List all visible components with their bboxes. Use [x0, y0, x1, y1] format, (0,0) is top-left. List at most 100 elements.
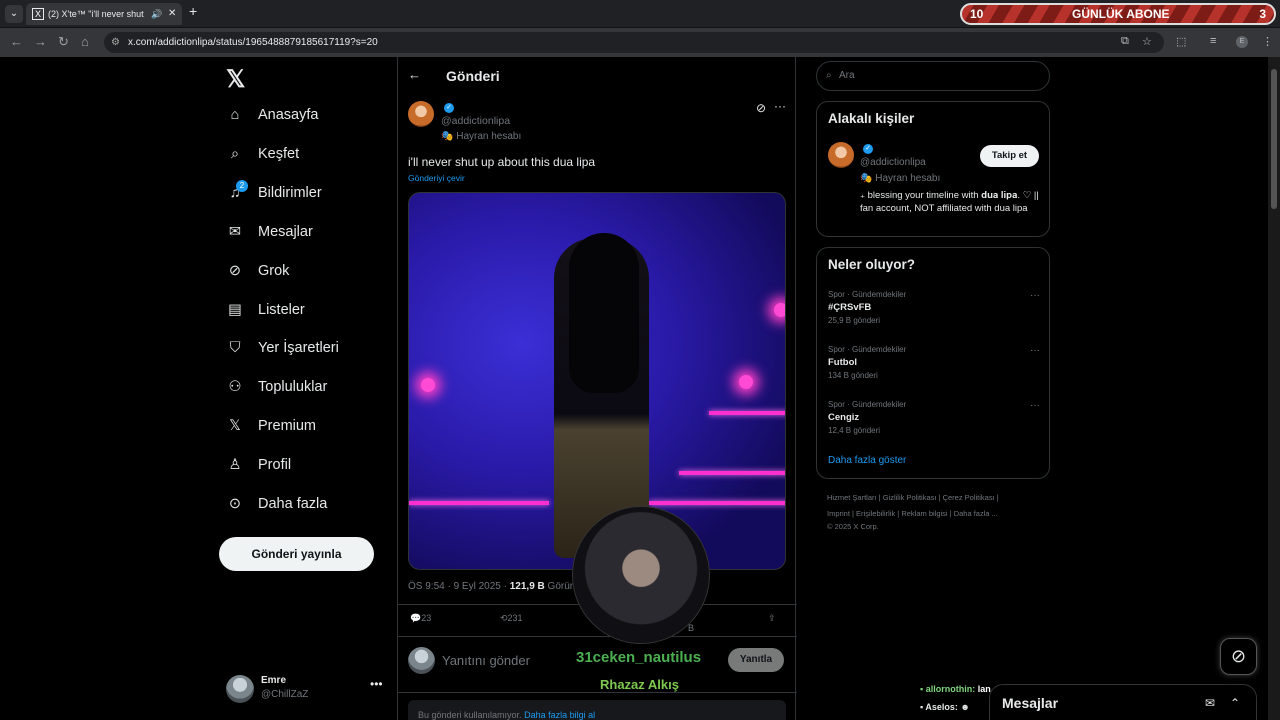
- reply-button[interactable]: Yanıtla: [728, 648, 784, 672]
- bookmark-star-icon[interactable]: ☆: [1142, 35, 1152, 48]
- trend-more-icon[interactable]: ···: [1030, 290, 1040, 301]
- banner-left-count: 10: [970, 7, 984, 21]
- reply-count: 23: [421, 613, 432, 623]
- home-button-icon[interactable]: ⌂: [81, 34, 89, 49]
- sidebar-item-yer-i̇şaretleri[interactable]: ⛉ Yer İşaretleri: [226, 336, 339, 360]
- profile-avatar-icon[interactable]: E: [1236, 36, 1248, 48]
- translate-link[interactable]: Gönderiyi çevir: [408, 173, 465, 183]
- sidebar-item-grok[interactable]: ⊘ Grok: [226, 259, 290, 283]
- url-field[interactable]: ⚙ x.com/addictionlipa/status/19654888791…: [104, 32, 1164, 53]
- trend-category: Spor · Gündemdekiler: [828, 345, 907, 354]
- follow-button[interactable]: Takip et: [980, 145, 1039, 167]
- verified-badge-icon: ✓: [863, 144, 873, 154]
- post-time: ÖS 9:54 · 9 Eyl 2025 ·: [408, 581, 507, 592]
- trend-more-icon[interactable]: ···: [1030, 400, 1040, 411]
- expand-icon[interactable]: ⌃: [1230, 696, 1240, 710]
- account-switcher[interactable]: Emre @ChillZaZ •••: [226, 673, 386, 707]
- messages-drawer[interactable]: Mesajlar ✉ ⌃: [989, 684, 1257, 720]
- trend-count: 12,4 B gönderi: [828, 426, 881, 435]
- show-more-link[interactable]: Daha fazla göster: [828, 455, 906, 466]
- sidebar-item-listeler[interactable]: ▤ Listeler: [226, 298, 305, 322]
- post-more-icon[interactable]: ···: [774, 99, 786, 113]
- more-dots-icon[interactable]: •••: [370, 677, 383, 691]
- reply-action[interactable]: 💬 23: [410, 613, 431, 624]
- post-button[interactable]: Gönderi yayınla: [219, 537, 374, 571]
- repost-action[interactable]: ⟲ 231: [500, 613, 523, 624]
- sidebar-item-keşfet[interactable]: ⌕ Keşfet: [226, 142, 299, 166]
- trend-item[interactable]: Spor · Gündemdekiler Futbol 134 B gönderi ·…: [828, 345, 1040, 380]
- grok-icon[interactable]: ⊘: [756, 101, 766, 115]
- user-avatar: [226, 675, 254, 703]
- divider: [398, 636, 797, 637]
- footer-links[interactable]: Hizmet Şartları | Gizlilik Politikası | …: [827, 493, 999, 502]
- reply-input[interactable]: Yanıtını gönder: [442, 653, 530, 668]
- footer-links[interactable]: Imprint | Erişilebilirlik | Reklam bilgi…: [827, 509, 998, 518]
- page-scrollbar[interactable]: [1268, 57, 1280, 720]
- trend-name: Cengiz: [828, 412, 860, 423]
- post-video[interactable]: [408, 192, 786, 570]
- sidebar-item-bildirimler[interactable]: ♫ 2 Bildirimler: [226, 179, 322, 205]
- share-icon[interactable]: ⇪: [768, 613, 776, 624]
- chat-user: allornothin:: [925, 684, 976, 694]
- relevant-avatar[interactable]: [828, 142, 854, 168]
- sidebar-item-label: Bildirimler: [258, 184, 322, 201]
- learn-more-link[interactable]: Daha fazla bilgi al: [524, 710, 595, 720]
- trend-item[interactable]: Spor · Gündemdekiler #ÇRSvFB 25,9 B gönder…: [828, 290, 1040, 325]
- tab-search-button[interactable]: ⌄: [5, 5, 23, 23]
- sidebar-item-label: Anasayfa: [258, 107, 319, 123]
- trend-item[interactable]: Spor · Gündemdekiler Cengiz 12,4 B gönderi…: [828, 400, 1040, 435]
- sidebar-item-profil[interactable]: ♙ Profil: [226, 453, 292, 477]
- back-icon[interactable]: ←: [10, 34, 23, 49]
- stage-glow: [739, 375, 753, 389]
- search-icon: ⌕: [230, 145, 240, 162]
- new-message-icon[interactable]: ✉: [1205, 696, 1215, 710]
- trend-count: 134 B gönderi: [828, 371, 878, 380]
- browser-tabbar: ⌄ X (2) X'te™ "i'll never shut up a 🔊 ✕ …: [0, 0, 1280, 28]
- forward-icon[interactable]: →: [34, 34, 47, 49]
- trend-more-icon[interactable]: ···: [1030, 345, 1040, 356]
- sidebar-item-premium[interactable]: 𝕏 Premium: [226, 414, 316, 438]
- stage-light: [409, 501, 549, 505]
- author-handle[interactable]: @addictionlipa: [441, 115, 510, 127]
- x-app: 𝕏 ⌂ Anasayfa ⌕ Keşfet ♫ 2 Bildirimler ✉ Mesajlar…: [0, 57, 1268, 720]
- trend-category: Spor · Gündemdekiler: [828, 290, 907, 299]
- browser-tab[interactable]: X (2) X'te™ "i'll never shut up a 🔊 ✕: [26, 3, 182, 25]
- sidebar-item-daha-fazla[interactable]: ⊙ Daha fazla: [226, 492, 327, 516]
- sidebar-item-mesajlar[interactable]: ✉ Mesajlar: [226, 220, 313, 244]
- overlay-message: Rhazaz Alkış: [600, 677, 679, 692]
- repost-count: 231: [507, 613, 523, 623]
- reload-icon[interactable]: ↻: [58, 34, 69, 50]
- back-arrow-icon[interactable]: ←: [408, 67, 421, 82]
- site-info-icon[interactable]: ⚙: [111, 32, 120, 53]
- stage-glow: [774, 303, 785, 317]
- tab-title: (2) X'te™ "i'll never shut up a: [48, 9, 144, 19]
- relevant-bio: ₊ blessing your timeline with 𝐝𝐮𝐚 𝐥𝐢𝐩𝐚. …: [860, 190, 1039, 214]
- install-app-icon[interactable]: ⧉: [1121, 35, 1129, 48]
- menu-kebab-icon[interactable]: ⋮: [1262, 35, 1273, 48]
- reading-list-icon[interactable]: ≡: [1210, 35, 1216, 47]
- close-tab-icon[interactable]: ✕: [168, 3, 176, 25]
- user-name: Emre: [261, 675, 287, 686]
- speaker-icon[interactable]: 🔊: [151, 3, 162, 25]
- grok-fab-icon[interactable]: ⊘: [1220, 638, 1257, 675]
- sidebar-item-topluluklar[interactable]: ⚇ Topluluklar: [226, 375, 328, 399]
- search-input[interactable]: ⌕ Ara: [816, 61, 1050, 91]
- x-logo-icon[interactable]: 𝕏: [226, 65, 245, 94]
- sidebar-item-label: Topluluklar: [258, 379, 328, 396]
- sidebar-item-anasayfa[interactable]: ⌂ Anasayfa: [226, 103, 319, 127]
- streamer-webcam: [572, 506, 710, 644]
- new-tab-button[interactable]: +: [189, 3, 197, 19]
- trend-count: 25,9 B gönderi: [828, 316, 881, 325]
- relevant-handle[interactable]: @addictionlipa: [860, 157, 926, 168]
- extensions-icon[interactable]: ⬚: [1176, 35, 1186, 48]
- bell-icon: ♫ 2: [226, 179, 248, 202]
- fan-account-label: 🎭 Hayran hesabı: [441, 131, 522, 142]
- author-avatar[interactable]: [408, 101, 434, 127]
- overlay-username: 31ceken_nautilus: [576, 649, 702, 666]
- sidebar-item-label: Yer İşaretleri: [258, 340, 339, 357]
- relevant-fan-text: Hayran hesabı: [875, 173, 941, 184]
- stage-light: [649, 501, 785, 505]
- profile-icon: ♙: [228, 457, 242, 474]
- scrollbar-thumb[interactable]: [1271, 69, 1277, 209]
- unavailable-notice: Bu gönderi kullanılamıyor. Daha fazla bi…: [408, 700, 786, 720]
